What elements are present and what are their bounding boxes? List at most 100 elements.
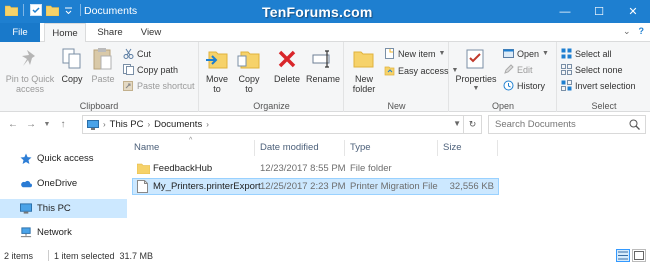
tab-home[interactable]: Home [44,23,86,43]
chevron-down-icon: ▼ [472,85,480,92]
folder-icon[interactable] [4,3,18,17]
forward-arrow-icon[interactable]: → [24,117,38,131]
star-icon [20,153,32,165]
nav-item-network[interactable]: Network [0,223,127,242]
column-header-size[interactable]: Size [438,140,498,156]
group-select: Select all Select none Invert selection … [558,42,650,112]
group-new: New folder New item ▼ Easy access ▼ New [345,42,458,112]
nav-item-label: Quick access [37,153,94,164]
properties-button[interactable]: Properties ▼ [454,46,498,94]
copy-button[interactable]: Copy [58,46,86,84]
copy-icon [62,48,81,69]
back-arrow-icon[interactable]: ← [6,117,20,131]
edit-icon [502,64,514,76]
expand-ribbon-icon[interactable]: ⌄ [623,26,631,37]
paste-label: Paste [91,74,115,84]
new-folder-button[interactable]: New folder [349,46,379,94]
file-date: 12/23/2017 8:55 PM [260,163,346,174]
easy-access-label: Easy access [398,65,449,76]
invert-selection-icon [560,80,572,92]
file-size: 32,556 KB [449,181,494,192]
properties-check-icon[interactable] [29,3,43,17]
nav-item-onedrive[interactable]: OneDrive [0,174,127,193]
group-open: Properties ▼ Open ▼ Edit History Open [450,42,557,112]
chevron-down-icon: ▼ [542,50,549,57]
details-view-button[interactable] [616,249,630,262]
this-pc-small-icon [87,119,99,130]
pin-quick-access-button[interactable]: Pin to Quick access [4,46,56,94]
select-all-button[interactable]: Select all [560,46,612,61]
breadcrumb-chevron-icon[interactable]: › [206,120,209,129]
help-icon[interactable]: ? [639,26,645,37]
open-icon [502,48,514,60]
nav-item-this-pc[interactable]: This PC [0,199,127,218]
maximize-button[interactable]: ☐ [582,0,616,23]
tab-file[interactable]: File [0,23,40,42]
new-folder-icon [353,51,374,68]
new-item-button[interactable]: New item ▼ [383,46,445,61]
rename-icon [312,50,330,68]
invert-selection-label: Invert selection [575,80,636,91]
table-row[interactable]: My_Printers.printerExport 12/25/2017 2:2… [132,178,499,195]
column-header-type[interactable]: Type [345,140,438,156]
history-button[interactable]: History [502,78,545,93]
file-type: Printer Migration File [350,181,438,192]
scissors-icon [122,48,134,60]
easy-access-button[interactable]: Easy access ▼ [383,63,458,78]
edit-button[interactable]: Edit [502,62,533,77]
select-none-label: Select none [575,64,623,75]
copy-path-button[interactable]: Copy path [122,62,178,77]
copy-label: Copy [61,74,83,84]
status-divider [48,250,49,261]
paste-button[interactable]: Paste [88,46,118,84]
breadcrumb-chevron-icon: › [103,120,106,129]
select-none-button[interactable]: Select none [560,62,623,77]
copy-to-icon [237,51,260,69]
breadcrumb-this-pc[interactable]: This PC [110,119,144,130]
file-name: FeedbackHub [153,163,213,174]
recent-locations-icon[interactable]: ▼ [40,117,54,131]
large-icons-view-icon [634,251,644,260]
cut-button[interactable]: Cut [122,46,151,61]
nav-item-quick-access[interactable]: Quick access [0,149,127,168]
minimize-button[interactable]: — [548,0,582,23]
close-button[interactable]: ✕ [616,0,650,23]
delete-button[interactable]: Delete [270,46,304,84]
breadcrumb-chevron-icon[interactable]: › [147,120,150,129]
breadcrumb-documents[interactable]: Documents [154,119,202,130]
large-icons-view-button[interactable] [632,249,646,262]
select-group-label: Select [591,101,617,111]
status-bar: 2 items 1 item selected 31.7 MB [0,247,650,265]
invert-selection-button[interactable]: Invert selection [560,78,636,93]
search-input[interactable] [495,119,625,130]
open-button[interactable]: Open ▼ [502,46,549,61]
table-row[interactable]: FeedbackHub 12/23/2017 8:55 PM File fold… [132,161,499,178]
organize-group-label: Organize [253,101,290,111]
new-group-label: New [387,101,406,111]
rename-button[interactable]: Rename [306,46,340,84]
file-date: 12/25/2017 2:23 PM [260,181,346,192]
paste-shortcut-button[interactable]: Paste shortcut [122,78,195,93]
customize-dropdown-icon[interactable] [61,3,75,17]
nav-item-label: Network [37,227,72,238]
open-label: Open [517,48,540,59]
tab-view[interactable]: View [133,23,169,42]
nav-item-label: This PC [37,203,71,214]
move-to-button[interactable]: Move to [202,46,232,94]
new-folder-icon[interactable] [45,3,59,17]
properties-label: Properties [455,74,497,84]
address-bar[interactable]: › This PC › Documents › ▼ ↻ [82,115,482,134]
navigation-pane: Quick access OneDrive This PC Network [0,137,127,247]
selection-info: 1 item selected 31.7 MB [54,251,154,261]
clipboard-group-label: Clipboard [79,101,119,111]
tab-share[interactable]: Share [90,23,130,42]
file-name: My_Printers.printerExport [153,181,261,192]
copy-to-button[interactable]: Copy to [234,46,264,94]
search-box[interactable] [488,115,646,134]
address-dropdown-icon[interactable]: ▼ [453,119,461,128]
up-arrow-icon[interactable]: ↑ [56,117,70,131]
file-icon [137,180,148,196]
refresh-icon[interactable]: ↻ [463,116,481,133]
easy-access-icon [383,65,395,77]
column-header-date[interactable]: Date modified [255,140,345,156]
